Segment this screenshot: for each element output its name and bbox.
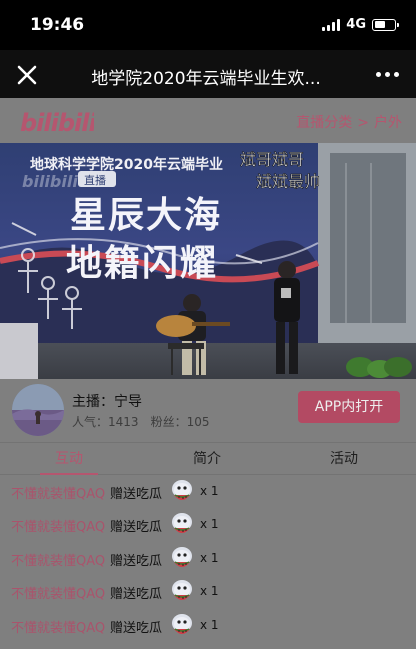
page-title: 地学院2020年云端毕业生欢...	[91, 69, 321, 89]
banner-title: 星辰大海	[70, 195, 222, 236]
banner-title-2: 地籍闪耀	[66, 243, 218, 284]
banner-tag: 直播	[84, 173, 106, 187]
avatar[interactable]	[12, 384, 64, 436]
breadcrumb-current[interactable]: 户外	[374, 115, 402, 131]
fans-label: 粉丝：	[150, 415, 187, 429]
gift-count: x 1	[200, 517, 219, 532]
gift-count: x 1	[200, 550, 219, 565]
melon-gift-icon	[170, 612, 194, 638]
gift-sender[interactable]: 不懂就装懂QAQ	[11, 483, 105, 502]
tab-bar: 互动 简介 活动	[0, 442, 416, 475]
close-icon[interactable]	[14, 62, 40, 88]
more-icon[interactable]	[372, 62, 402, 86]
battery-icon	[372, 18, 399, 31]
host-name: 主播：宁导	[72, 394, 142, 410]
gift-list-item: 不懂就装懂QAQ 赠送吃瓜 x 1	[0, 609, 416, 642]
svg-text:bilibili: bilibili	[20, 109, 94, 137]
gift-action: 赠送吃瓜	[110, 620, 163, 636]
fans-count: 105	[186, 415, 210, 429]
tab-interaction[interactable]: 互动	[30, 443, 108, 475]
anchor-info: 主播：宁导 人气：1413 粉丝：105 APP内打开	[0, 379, 416, 441]
melon-gift-icon	[170, 545, 194, 571]
live-video-player[interactable]: 地球科学学院2020年云端毕业 直播 星辰大海 地籍闪耀 斌哥斌哥 斌斌最帅 b…	[0, 143, 416, 379]
anchor-stats: 人气：1413 粉丝：105	[72, 413, 209, 430]
gift-count: x 1	[200, 617, 219, 632]
status-time: 19:46	[30, 15, 85, 35]
gift-action: 赠送吃瓜	[110, 487, 163, 502]
banner-subtitle: 地球科学学院2020年云端毕业	[30, 156, 223, 173]
gift-list-item: 不懂就装懂QAQ 赠送吃瓜 x 1	[0, 508, 416, 541]
gift-count: x 1	[200, 484, 219, 498]
popularity-count: 1413	[108, 415, 139, 429]
network-type: 4G	[346, 17, 366, 32]
page-content: bilibili 直播分类 > 户外 地球科学学院2020年云端毕业 直播 星辰…	[0, 98, 416, 649]
video-frame: 地球科学学院2020年云端毕业 直播 星辰大海 地籍闪耀 斌哥斌哥 斌斌最帅 b…	[0, 143, 416, 379]
tab-activity[interactable]: 活动	[305, 443, 383, 475]
bilibili-logo-mark: bilibili	[20, 109, 98, 137]
gift-sender[interactable]: 不懂就装懂QAQ	[11, 583, 105, 602]
gift-action: 赠送吃瓜	[110, 587, 163, 603]
video-overlay-text-1: 斌哥斌哥	[240, 150, 304, 169]
status-indicators: 4G	[322, 17, 399, 32]
video-watermark: bilibili	[22, 172, 78, 191]
melon-gift-icon	[170, 478, 194, 504]
tab-intro[interactable]: 简介	[168, 443, 246, 475]
gift-list-item: 不懂就装懂QAQ 赠送吃瓜 x 1	[0, 542, 416, 575]
gift-sender[interactable]: 不懂就装懂QAQ	[11, 516, 105, 535]
gift-feed: 不懂就装懂QAQ 赠送吃瓜 x 1 不懂就装懂QAQ 赠送吃瓜 x 1 不懂就装…	[0, 475, 416, 642]
gift-count: x 1	[200, 584, 219, 599]
gift-action: 赠送吃瓜	[110, 520, 163, 536]
breadcrumb: 直播分类 > 户外	[296, 112, 402, 132]
gift-list-item: 不懂就装懂QAQ 赠送吃瓜 x 1	[0, 575, 416, 608]
status-bar: 19:46 4G	[0, 0, 416, 50]
gift-action: 赠送吃瓜	[110, 553, 163, 569]
gift-sender[interactable]: 不懂就装懂QAQ	[11, 550, 105, 569]
popularity-label: 人气：	[72, 415, 109, 429]
melon-gift-icon	[170, 578, 194, 604]
gift-sender[interactable]: 不懂就装懂QAQ	[11, 617, 105, 636]
video-overlay-text-2: 斌斌最帅	[256, 172, 320, 191]
open-in-app-button[interactable]: APP内打开	[298, 391, 400, 423]
gift-list-item: 不懂就装懂QAQ 赠送吃瓜 x 1	[0, 475, 416, 508]
signal-icon	[322, 18, 341, 31]
nav-bar: 地学院2020年云端毕业生欢...	[0, 50, 416, 98]
bilibili-logo[interactable]: bilibili	[20, 104, 98, 142]
melon-gift-icon	[170, 511, 194, 537]
breadcrumb-separator: >	[357, 115, 369, 131]
breadcrumb-category[interactable]: 直播分类	[296, 115, 352, 131]
